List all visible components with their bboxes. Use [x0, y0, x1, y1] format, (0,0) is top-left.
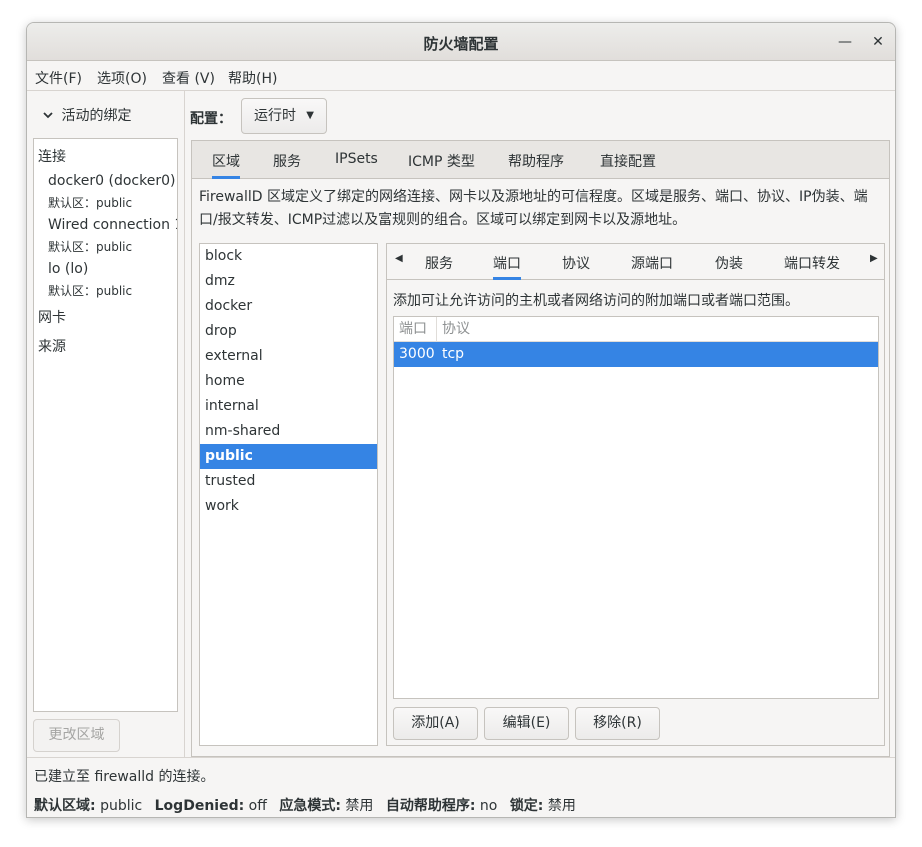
menu-help[interactable]: 帮助(H) — [228, 68, 277, 88]
close-button[interactable]: ✕ — [866, 30, 890, 54]
configuration-value: 运行时 — [254, 108, 296, 124]
column-protocol-header[interactable]: 协议 — [437, 317, 880, 342]
default-zone-value: public — [100, 798, 143, 814]
zone-list: block dmz docker drop external home inte… — [199, 243, 378, 746]
menu-options[interactable]: 选项(O) — [97, 68, 147, 88]
panic-mode-value: 禁用 — [345, 798, 374, 814]
ports-table: 端口 协议 3000 tcp — [393, 316, 879, 699]
tab-services[interactable]: 服务 — [273, 151, 301, 171]
logdenied-value: off — [248, 798, 267, 814]
logdenied-label: LogDenied: — [154, 798, 245, 814]
source-category[interactable]: 来源 — [38, 336, 66, 356]
configuration-label: 配置： — [190, 111, 232, 127]
tab-zone-masquerade[interactable]: 伪装 — [715, 253, 743, 273]
panic-mode-label: 应急模式: — [279, 798, 341, 814]
connection-zone: 默认区：public — [48, 284, 133, 298]
tab-zone-port-forwarding[interactable]: 端口转发 — [784, 253, 840, 273]
port-cell: 3000 — [399, 346, 435, 362]
tab-icmp-types[interactable]: ICMP 类型 — [408, 151, 475, 171]
column-port-header[interactable]: 端口 — [394, 317, 437, 342]
zone-item-internal[interactable]: internal — [200, 394, 377, 419]
minimize-button[interactable]: — — [833, 30, 857, 54]
main-tab-bar: 区域 服务 IPSets ICMP 类型 帮助程序 直接配置 — [192, 141, 889, 179]
zone-item-public[interactable]: public — [200, 444, 377, 469]
connection-item[interactable]: lo (lo) — [48, 261, 88, 277]
menu-bar: 文件(F) 选项(O) 查看 (V) 帮助(H) — [27, 61, 895, 91]
connections-category[interactable]: 连接 — [38, 146, 66, 166]
scroll-left-icon[interactable]: ◀ — [395, 253, 403, 264]
pane-divider[interactable] — [184, 91, 185, 757]
tab-zone-protocols[interactable]: 协议 — [562, 253, 590, 273]
connection-item[interactable]: docker0 (docker0) — [48, 173, 175, 189]
chevron-down-icon — [43, 110, 57, 123]
lockdown-value: 禁用 — [547, 798, 576, 814]
configuration-dropdown[interactable]: 运行时 ▼ — [241, 98, 327, 134]
bindings-list: 连接 docker0 (docker0) 默认区：public Wired co… — [33, 138, 178, 712]
add-port-button[interactable]: 添加(A) — [393, 707, 478, 740]
dropdown-arrow-icon: ▼ — [306, 110, 314, 121]
protocol-cell: tcp — [442, 346, 465, 362]
firewall-config-window: 防火墙配置 — ✕ 文件(F) 选项(O) 查看 (V) 帮助(H) 活动的绑定… — [26, 22, 896, 818]
ports-table-header: 端口 协议 — [394, 317, 878, 342]
change-zone-button[interactable]: 更改区域 — [33, 719, 120, 752]
default-zone-label: 默认区域: — [34, 798, 96, 814]
window-title: 防火墙配置 — [423, 35, 499, 53]
zone-item-docker[interactable]: docker — [200, 294, 377, 319]
auto-helpers-value: no — [479, 798, 498, 814]
nic-category[interactable]: 网卡 — [38, 307, 66, 327]
main-notebook: 区域 服务 IPSets ICMP 类型 帮助程序 直接配置 FirewallD… — [191, 140, 890, 757]
zone-item-nm-shared[interactable]: nm-shared — [200, 419, 377, 444]
title-bar[interactable]: 防火墙配置 — ✕ — [27, 23, 895, 61]
ports-description: 添加可让允许访问的主机或者网络访问的附加端口或者端口范围。 — [393, 293, 799, 309]
remove-port-button[interactable]: 移除(R) — [575, 707, 660, 740]
scroll-right-icon[interactable]: ▶ — [870, 253, 878, 264]
connection-item[interactable]: Wired connection 1 ( — [48, 217, 177, 233]
zone-description: FirewallD 区域定义了绑定的网络连接、网卡以及源地址的可信程度。区域是服… — [199, 189, 868, 228]
active-bindings-label: 活动的绑定 — [61, 108, 132, 124]
tab-direct-config[interactable]: 直接配置 — [600, 151, 656, 171]
zone-tab-bar: ◀ 服务 端口 协议 源端口 伪装 端口转发 ▶ — [387, 244, 884, 280]
zone-item-dmz[interactable]: dmz — [200, 269, 377, 294]
status-summary: 默认区域: public LogDenied: off 应急模式: 禁用 自动帮… — [34, 795, 584, 815]
zone-item-drop[interactable]: drop — [200, 319, 377, 344]
zone-item-work[interactable]: work — [200, 494, 377, 519]
menu-view[interactable]: 查看 (V) — [162, 68, 215, 88]
tab-zone-ports[interactable]: 端口 — [493, 253, 521, 280]
connection-status: 已建立至 firewalld 的连接。 — [34, 769, 215, 785]
tab-zones[interactable]: 区域 — [212, 151, 240, 179]
tab-ipsets[interactable]: IPSets — [335, 151, 378, 167]
tab-helpers[interactable]: 帮助程序 — [508, 151, 564, 171]
zone-item-external[interactable]: external — [200, 344, 377, 369]
menu-file[interactable]: 文件(F) — [35, 68, 82, 88]
zone-item-home[interactable]: home — [200, 369, 377, 394]
connection-zone: 默认区：public — [48, 240, 133, 254]
connection-zone: 默认区：public — [48, 196, 133, 210]
tab-zone-services[interactable]: 服务 — [425, 253, 453, 273]
lockdown-label: 锁定: — [509, 798, 544, 814]
zone-item-block[interactable]: block — [200, 244, 377, 269]
tab-zone-source-ports[interactable]: 源端口 — [631, 253, 673, 273]
active-bindings-expander[interactable]: 活动的绑定 — [43, 105, 131, 125]
zone-settings-notebook: ◀ 服务 端口 协议 源端口 伪装 端口转发 ▶ 添加可让允许访问的主机或者网络… — [386, 243, 885, 746]
zone-item-trusted[interactable]: trusted — [200, 469, 377, 494]
edit-port-button[interactable]: 编辑(E) — [484, 707, 569, 740]
table-row[interactable]: 3000 tcp — [394, 342, 878, 367]
status-bar: 已建立至 firewalld 的连接。 默认区域: public LogDeni… — [27, 757, 895, 817]
auto-helpers-label: 自动帮助程序: — [385, 798, 476, 814]
